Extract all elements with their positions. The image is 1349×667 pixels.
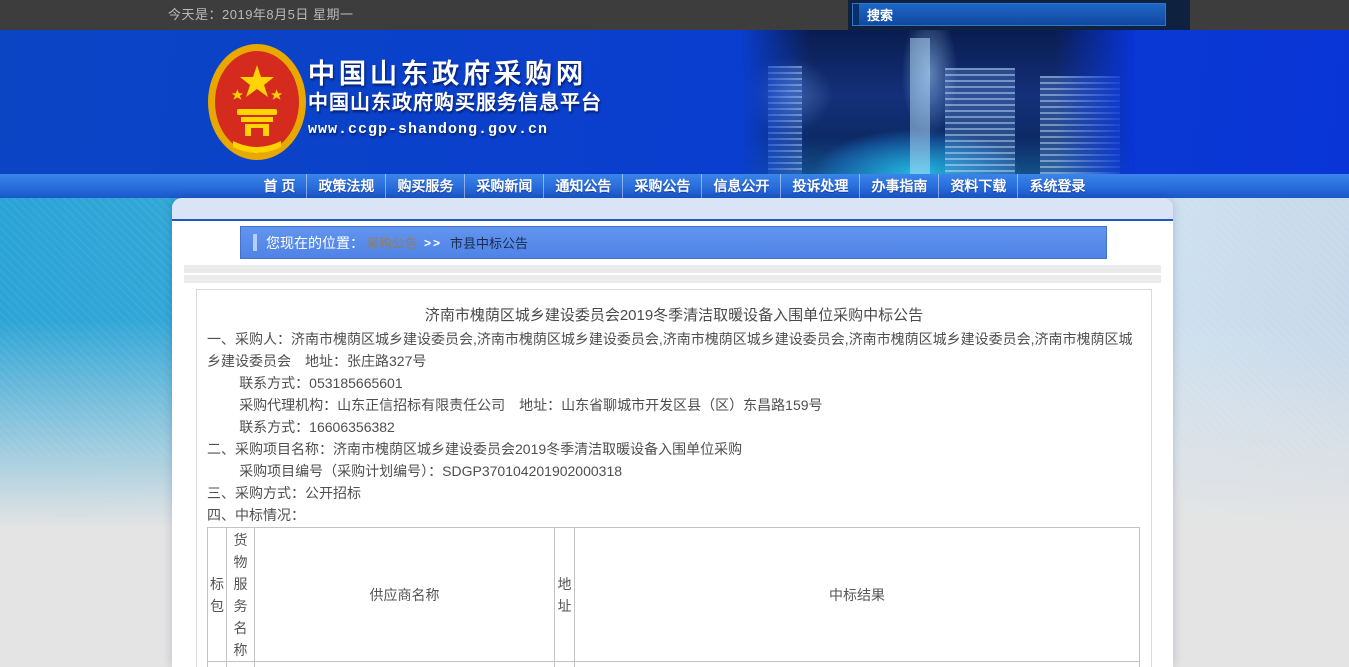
site-name: 中国山东政府采购网 (308, 58, 602, 90)
nav-item-notices[interactable]: 通知公告 (543, 174, 622, 198)
platform-name: 中国山东政府购买服务信息平台 (308, 90, 602, 117)
nav-item-purchase-services[interactable]: 购买服务 (385, 174, 464, 198)
search-label: 搜索 (867, 5, 893, 24)
breadcrumb: 您现在的位置： 采购公告 >> 市县中标公告 (240, 226, 1107, 259)
table-row (208, 662, 1140, 667)
award-results-table: 标包 货物服务名称 供应商名称 地址 中标结果 (207, 527, 1140, 667)
nav-item-downloads[interactable]: 资料下载 (938, 174, 1017, 198)
announcement-paragraph-contact2: 联系方式：16606356382 (207, 416, 1141, 438)
cityscape-fade (740, 30, 810, 174)
col-header-lot: 标包 (208, 528, 227, 662)
search-area: 搜索 (848, 0, 1190, 30)
breadcrumb-separator: >> (424, 236, 442, 250)
national-emblem-logo[interactable] (207, 43, 307, 161)
breadcrumb-accent-bar (253, 234, 257, 251)
announcement-paragraph-contact1: 联系方式：053185665601 (207, 372, 1141, 394)
container-top-strip (172, 198, 1173, 221)
nav-item-system-login[interactable]: 系统登录 (1017, 174, 1096, 198)
announcement-paragraph-agency: 采购代理机构：山东正信招标有限责任公司 地址：山东省聊城市开发区县（区）东昌路1… (207, 394, 1141, 416)
announcement-paragraph-project-name: 二、采购项目名称：济南市槐荫区城乡建设委员会2019冬季清洁取暖设备入围单位采购 (207, 438, 1141, 460)
page-background: 您现在的位置： 采购公告 >> 市县中标公告 济南市槐荫区城乡建设委员会2019… (0, 198, 1349, 667)
breadcrumb-current-page[interactable]: 市县中标公告 (450, 233, 528, 252)
divider-band (184, 265, 1161, 273)
announcement-title: 济南市槐荫区城乡建设委员会2019冬季清洁取暖设备入围单位采购中标公告 (207, 304, 1141, 328)
col-header-award-result: 中标结果 (575, 528, 1140, 662)
col-header-address: 地址 (555, 528, 575, 662)
col-header-goods-service-name: 货物服务名称 (227, 528, 255, 662)
nav-item-complaints[interactable]: 投诉处理 (780, 174, 859, 198)
content-container: 您现在的位置： 采购公告 >> 市县中标公告 济南市槐荫区城乡建设委员会2019… (172, 198, 1173, 667)
breadcrumb-prefix: 您现在的位置： (266, 233, 364, 253)
announcement-paragraph-award-intro: 四、中标情况： (207, 504, 1141, 526)
site-url: www.ccgp-shandong.gov.cn (308, 117, 602, 143)
cityscape-fade (1055, 30, 1135, 174)
nav-item-procurement-news[interactable]: 采购新闻 (464, 174, 543, 198)
nav-item-home[interactable]: 首 页 (253, 174, 307, 198)
announcement-paragraph-method: 三、采购方式：公开招标 (207, 482, 1141, 504)
nav-item-service-guide[interactable]: 办事指南 (859, 174, 938, 198)
site-header: 中国山东政府采购网 中国山东政府购买服务信息平台 www.ccgp-shando… (0, 30, 1349, 174)
announcement-paragraph-purchaser: 一、采购人：济南市槐荫区城乡建设委员会,济南市槐荫区城乡建设委员会,济南市槐荫区… (207, 328, 1141, 372)
nav-item-procurement-announcements[interactable]: 采购公告 (622, 174, 701, 198)
announcement-panel: 济南市槐荫区城乡建设委员会2019冬季清洁取暖设备入围单位采购中标公告 一、采购… (196, 289, 1152, 667)
top-bar: 今天是：2019年8月5日 星期一 搜索 (0, 0, 1349, 30)
table-header-row: 标包 货物服务名称 供应商名称 地址 中标结果 (208, 528, 1140, 662)
header-cityscape-image (740, 30, 1135, 174)
current-date-text: 今天是：2019年8月5日 星期一 (168, 0, 354, 30)
nav-item-policies[interactable]: 政策法规 (306, 174, 385, 198)
breadcrumb-link-category[interactable]: 采购公告 (366, 233, 418, 252)
cityscape-tower (910, 38, 930, 174)
main-navigation: 首 页 政策法规 购买服务 采购新闻 通知公告 采购公告 信息公开 投诉处理 办… (0, 174, 1349, 198)
col-header-supplier-name: 供应商名称 (255, 528, 555, 662)
nav-item-info-disclosure[interactable]: 信息公开 (701, 174, 780, 198)
announcement-paragraph-project-number: 采购项目编号（采购计划编号）：SDGP370104201902000318 (207, 460, 1141, 482)
site-title-block: 中国山东政府采购网 中国山东政府购买服务信息平台 www.ccgp-shando… (308, 58, 602, 143)
divider-band (184, 275, 1161, 283)
search-input[interactable]: 搜索 (852, 3, 1166, 26)
cityscape-building (945, 68, 1015, 174)
